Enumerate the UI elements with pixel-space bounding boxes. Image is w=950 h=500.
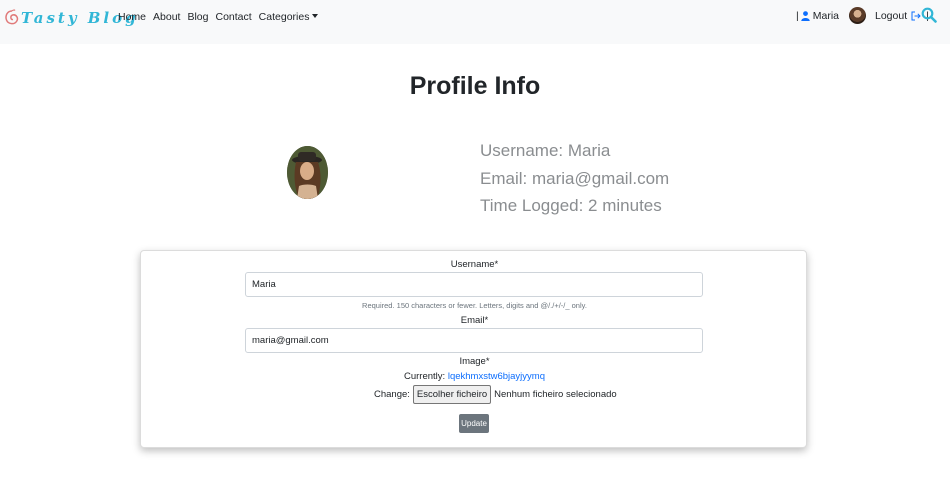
username-help-text: Required. 150 characters or fewer. Lette… [362, 301, 587, 310]
user-icon [801, 10, 810, 21]
current-image-link[interactable]: lqekhmxstw6bjayjyymq [448, 371, 545, 382]
nav-item-categories[interactable]: Categories [259, 11, 319, 23]
nav-item-contact[interactable]: Contact [215, 11, 251, 23]
profile-info: Username: Maria Email: maria@gmail.com T… [480, 137, 669, 220]
nav-username[interactable]: Maria [813, 10, 839, 22]
logout-link[interactable]: Logout [875, 10, 907, 22]
nav-links: Home About Blog Contact Categories [118, 11, 325, 23]
image-label: Image* [459, 356, 490, 367]
separator: | [796, 9, 799, 22]
change-label: Change: [374, 389, 410, 400]
search-icon[interactable] [921, 7, 937, 23]
email-label: Email* [460, 315, 489, 326]
profile-time-logged: Time Logged: 2 minutes [480, 196, 662, 215]
username-field[interactable] [245, 272, 703, 297]
username-label: Username* [450, 259, 499, 270]
profile-email: Email: maria@gmail.com [480, 168, 670, 188]
choose-file-button[interactable]: Escolher ficheiro [412, 385, 492, 404]
avatar[interactable] [849, 7, 866, 24]
change-image-row: Change: Escolher ficheiro Nenhum ficheir… [374, 385, 617, 404]
profile-photo [287, 146, 328, 199]
profile-avatar [287, 146, 328, 199]
currently-label: Currently: [404, 371, 446, 382]
nav-item-home[interactable]: Home [118, 11, 146, 23]
email-field[interactable] [245, 328, 703, 353]
profile-form-card: Username* Required. 150 characters or fe… [140, 250, 807, 448]
caret-down-icon [312, 14, 319, 18]
swirl-logo-icon [5, 9, 19, 25]
update-button[interactable]: Update [459, 414, 489, 433]
profile-username: Username: Maria [480, 141, 611, 160]
nav-user-area: | Maria Logout | [796, 7, 931, 24]
logout-icon[interactable] [911, 11, 921, 21]
navbar: Tasty Blog Home About Blog Contact Categ… [0, 0, 950, 44]
page-title: Profile Info [409, 72, 541, 100]
nav-item-blog[interactable]: Blog [187, 11, 208, 23]
current-image-row: Currently: lqekhmxstw6bjayjyymq [141, 371, 808, 382]
no-file-selected-text: Nenhum ficheiro selecionado [494, 389, 617, 400]
nav-item-about[interactable]: About [153, 11, 180, 23]
categories-label: Categories [258, 11, 310, 23]
